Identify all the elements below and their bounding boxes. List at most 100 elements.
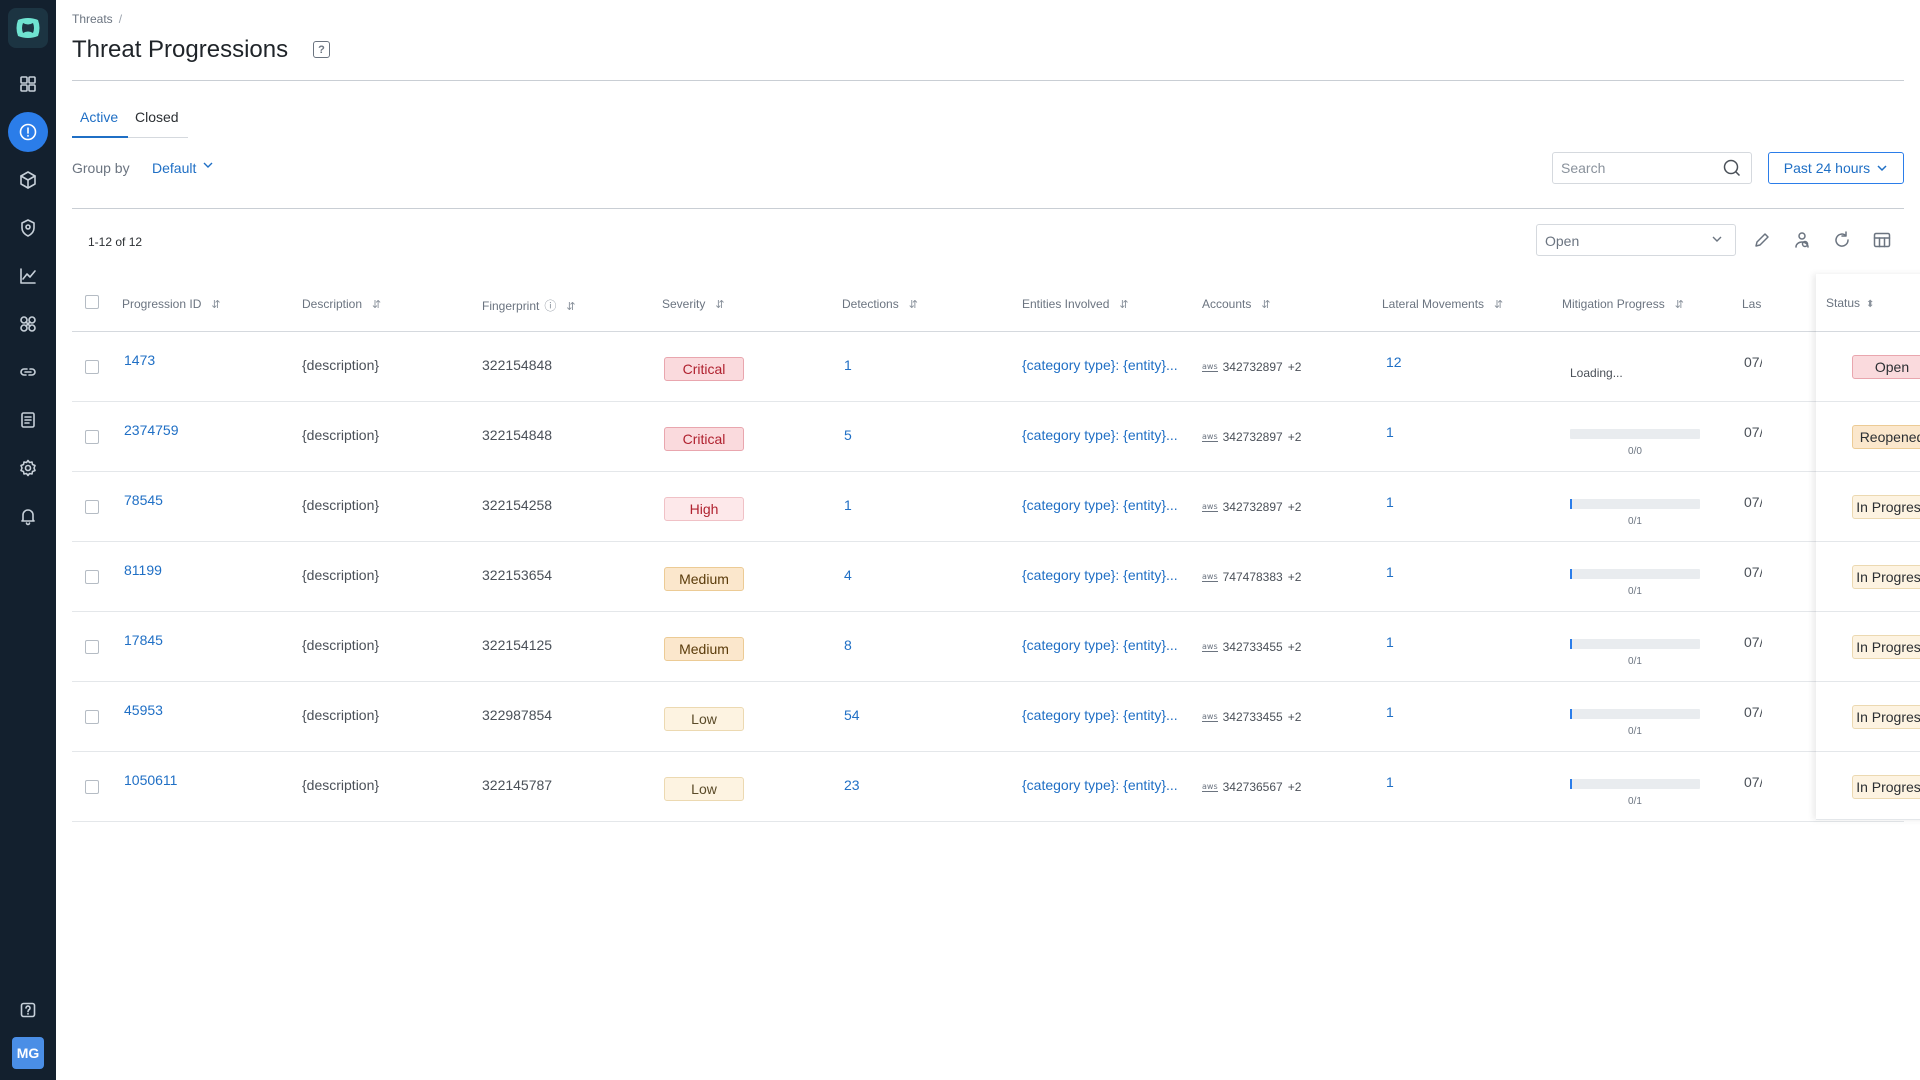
search-icon[interactable] — [1722, 158, 1742, 178]
nav-packages[interactable] — [8, 160, 48, 200]
lateral-movements-link[interactable]: 1 — [1386, 424, 1394, 440]
lateral-movements-link[interactable]: 12 — [1386, 354, 1402, 370]
select-all-checkbox[interactable] — [85, 295, 99, 309]
nav-settings[interactable] — [8, 448, 48, 488]
table-row[interactable]: 17845 {description} 322154125 Medium 8 {… — [72, 612, 1904, 682]
sort-icon[interactable]: ⇵ — [566, 301, 575, 313]
col-entities[interactable]: Entities Involved ⇵ — [1022, 297, 1129, 311]
sort-icon[interactable]: ⇵ — [1119, 299, 1128, 311]
accounts-cell[interactable]: aws 342733455 +2 — [1202, 710, 1301, 724]
sort-icon[interactable]: ⇵ — [372, 299, 381, 311]
nav-dashboard[interactable] — [8, 64, 48, 104]
sort-icon[interactable]: ⇵ — [1675, 299, 1684, 311]
detections-link[interactable]: 23 — [844, 777, 860, 793]
col-fingerprint[interactable]: Fingerprint ⓘ ⇵ — [482, 297, 576, 314]
table-row[interactable]: 2374759 {description} 322154848 Critical… — [72, 402, 1904, 472]
edit-button[interactable] — [1752, 230, 1772, 250]
lateral-movements-link[interactable]: 1 — [1386, 494, 1394, 510]
entities-link[interactable]: {category type}: {entity}... — [1022, 637, 1178, 653]
entities-link[interactable]: {category type}: {entity}... — [1022, 707, 1178, 723]
nav-analytics[interactable] — [8, 256, 48, 296]
sort-icon[interactable]: ⇵ — [211, 299, 220, 311]
entities-link[interactable]: {category type}: {entity}... — [1022, 777, 1178, 793]
col-progression-id[interactable]: Progression ID ⇵ — [122, 297, 221, 311]
sort-icon[interactable]: ⇵ — [1261, 299, 1270, 311]
row-checkbox[interactable] — [85, 570, 99, 584]
table-row[interactable]: 81199 {description} 322153654 Medium 4 {… — [72, 542, 1904, 612]
tab-active[interactable]: Active — [80, 109, 118, 125]
status-filter-select[interactable]: Open — [1536, 224, 1736, 256]
progression-id-link[interactable]: 2374759 — [124, 422, 179, 438]
progression-id-link[interactable]: 1050611 — [124, 772, 177, 788]
lateral-movements-link[interactable]: 1 — [1386, 564, 1394, 580]
detections-link[interactable]: 8 — [844, 637, 852, 653]
col-description[interactable]: Description ⇵ — [302, 297, 381, 311]
col-accounts[interactable]: Accounts ⇵ — [1202, 297, 1271, 311]
progression-id-link[interactable]: 78545 — [124, 492, 163, 508]
table-row[interactable]: 78545 {description} 322154258 High 1 {ca… — [72, 472, 1904, 542]
time-range-dropdown[interactable]: Past 24 hours — [1768, 152, 1904, 184]
row-checkbox[interactable] — [85, 710, 99, 724]
accounts-cell[interactable]: aws 342732897 +2 — [1202, 430, 1301, 444]
status-badge[interactable]: In Progress — [1852, 705, 1920, 729]
row-checkbox[interactable] — [85, 640, 99, 654]
table-row[interactable]: 45953 {description} 322987854 Low 54 {ca… — [72, 682, 1904, 752]
detections-link[interactable]: 4 — [844, 567, 852, 583]
progression-id-link[interactable]: 81199 — [124, 562, 162, 578]
nav-reports[interactable] — [8, 400, 48, 440]
info-icon[interactable]: ⓘ — [544, 299, 556, 313]
entities-link[interactable]: {category type}: {entity}... — [1022, 427, 1178, 443]
nav-notifications[interactable] — [8, 496, 48, 536]
lateral-movements-link[interactable]: 1 — [1386, 774, 1394, 790]
status-badge[interactable]: In Progress — [1852, 775, 1920, 799]
lateral-movements-link[interactable]: 1 — [1386, 704, 1394, 720]
entities-link[interactable]: {category type}: {entity}... — [1022, 567, 1178, 583]
lateral-movements-link[interactable]: 1 — [1386, 634, 1394, 650]
accounts-cell[interactable]: aws 342732897 +2 — [1202, 500, 1301, 514]
row-checkbox[interactable] — [85, 500, 99, 514]
accounts-cell[interactable]: aws 342733455 +2 — [1202, 640, 1301, 654]
status-badge[interactable]: In Progress — [1852, 565, 1920, 589]
table-row[interactable]: 1473 {description} 322154848 Critical 1 … — [72, 332, 1904, 402]
detections-link[interactable]: 54 — [844, 707, 860, 723]
sort-icon[interactable]: ⇵ — [1494, 299, 1503, 311]
col-detections[interactable]: Detections ⇵ — [842, 297, 918, 311]
progression-id-link[interactable]: 17845 — [124, 632, 163, 648]
col-severity[interactable]: Severity ⇵ — [662, 297, 725, 311]
columns-button[interactable] — [1872, 230, 1892, 250]
entities-link[interactable]: {category type}: {entity}... — [1022, 357, 1178, 373]
nav-integrations[interactable] — [8, 304, 48, 344]
tab-closed[interactable]: Closed — [135, 109, 179, 125]
sort-icon[interactable]: ⇵ — [909, 299, 918, 311]
progression-id-link[interactable]: 45953 — [124, 702, 163, 718]
assign-button[interactable] — [1792, 230, 1812, 250]
col-mitigation-progress[interactable]: Mitigation Progress ⇵ — [1562, 297, 1684, 311]
group-by-dropdown[interactable]: Default — [152, 160, 196, 176]
detections-link[interactable]: 1 — [844, 357, 852, 373]
sort-icon[interactable]: ⇵ — [715, 299, 724, 311]
nav-help[interactable] — [8, 990, 48, 1030]
detections-link[interactable]: 5 — [844, 427, 852, 443]
nav-location[interactable] — [8, 208, 48, 248]
user-avatar[interactable]: MG — [12, 1037, 44, 1069]
nav-threats[interactable] — [8, 112, 48, 152]
detections-link[interactable]: 1 — [844, 497, 852, 513]
app-logo[interactable] — [8, 8, 48, 48]
accounts-cell[interactable]: aws 342732897 +2 — [1202, 360, 1301, 374]
progression-id-link[interactable]: 1473 — [124, 352, 155, 368]
row-checkbox[interactable] — [85, 360, 99, 374]
nav-links[interactable] — [8, 352, 48, 392]
row-checkbox[interactable] — [85, 780, 99, 794]
col-lateral-movements[interactable]: Lateral Movements ⇵ — [1382, 297, 1503, 311]
accounts-cell[interactable]: aws 747478383 +2 — [1202, 570, 1301, 584]
entities-link[interactable]: {category type}: {entity}... — [1022, 497, 1178, 513]
sort-icon[interactable]: ⬍ — [1866, 299, 1874, 310]
col-last[interactable]: Las — [1742, 297, 1761, 311]
breadcrumb-threats[interactable]: Threats — [72, 12, 113, 26]
chevron-down-icon[interactable] — [202, 158, 214, 175]
col-status[interactable]: Status ⬍ — [1826, 296, 1874, 310]
accounts-cell[interactable]: aws 342736567 +2 — [1202, 780, 1301, 794]
table-row[interactable]: 1050611 {description} 322145787 Low 23 {… — [72, 752, 1904, 822]
status-badge[interactable]: In Progress — [1852, 635, 1920, 659]
help-icon[interactable]: ? — [313, 41, 330, 58]
